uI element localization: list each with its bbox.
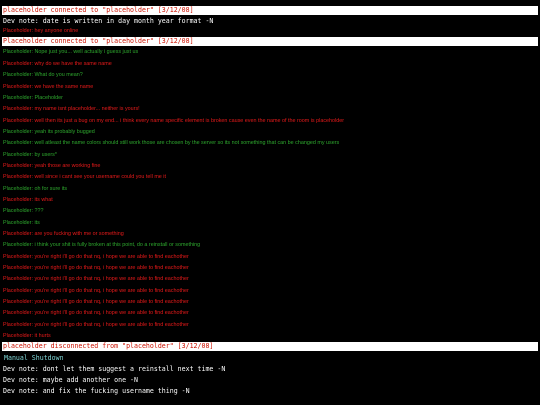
chat-message: Placeholder: why do we have the same nam… <box>3 61 112 67</box>
chat-message: Placeholder: yeah its probably bugged <box>3 129 95 135</box>
dev-note: Dev note: dont let them suggest a reinst… <box>3 365 226 373</box>
chat-message: Placeholder: you're right i'll go do tha… <box>3 276 189 282</box>
chat-message: Placeholder: it hurts <box>3 333 51 339</box>
chat-message: Placeholder: you're right i'll go do tha… <box>3 288 189 294</box>
system-message: Placeholder connected to "placeholder" [… <box>2 37 538 46</box>
chat-message: Placeholder: we have the same name <box>3 84 94 90</box>
chat-message: Placeholder: are you fucking with me or … <box>3 231 124 237</box>
chat-message: Placeholder: its <box>3 220 40 226</box>
chat-message: Placeholder: well then its just a bug on… <box>3 118 344 124</box>
chat-message: Placeholder: i think your shit is fully … <box>3 242 201 248</box>
chat-message: Placeholder: you're right i'll go do tha… <box>3 265 189 271</box>
chat-message: Placeholder: by users* <box>3 152 57 158</box>
shutdown-notice: Manual Shutdown <box>4 354 64 362</box>
dev-note: Dev note: maybe add another one -N <box>3 376 138 384</box>
chat-message: Placeholder: my name isnt placeholder...… <box>3 106 140 112</box>
chat-message: Placeholder: you're right i'll go do tha… <box>3 254 189 260</box>
chat-log: placeholder connected to "placeholder" [… <box>0 0 540 405</box>
chat-message: Placeholder: well since i cant see your … <box>3 174 166 180</box>
chat-message: Placeholder: yeah those are working fine <box>3 163 101 169</box>
chat-message: Placeholder: well atleast the name color… <box>3 140 340 146</box>
dev-note: Dev note: and fix the fucking username t… <box>3 387 190 395</box>
system-message: placeholder connected to "placeholder" [… <box>2 6 538 15</box>
chat-message: Placeholder: oh for sure its <box>3 186 68 192</box>
chat-message: Placeholder: you're right i'll go do tha… <box>3 310 189 316</box>
chat-message: Placeholder: ??? <box>3 208 44 214</box>
chat-message: Placeholder: hey anyone online <box>3 28 79 34</box>
dev-note: Dev note: date is written in day month y… <box>3 17 214 25</box>
chat-message: Placeholder: you're right i'll go do tha… <box>3 299 189 305</box>
chat-message: Placeholder: Nope just you... well actua… <box>3 49 139 55</box>
chat-message: Placeholder: What do you mean? <box>3 72 83 78</box>
chat-message: Placeholder: its what <box>3 197 53 203</box>
chat-message: Placeholder: Placeholder <box>3 95 63 101</box>
chat-message: Placeholder: you're right i'll go do tha… <box>3 322 189 328</box>
system-message: placeholder disconnected from "placehold… <box>2 342 538 351</box>
